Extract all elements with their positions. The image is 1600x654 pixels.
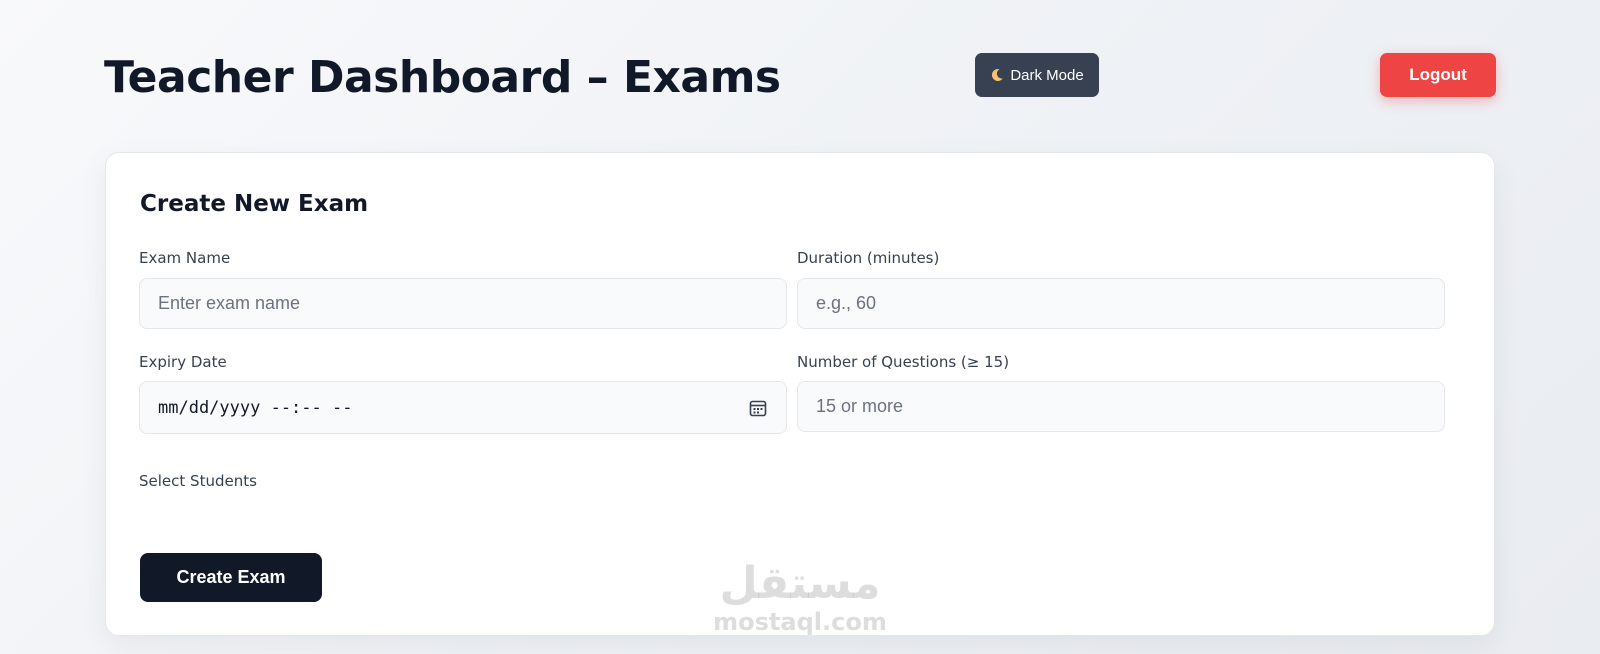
num-questions-label: Number of Questions (≥ 15): [797, 353, 1010, 371]
exam-name-label: Exam Name: [139, 249, 231, 267]
duration-input[interactable]: [797, 278, 1445, 329]
card-title: Create New Exam: [140, 191, 369, 217]
expiry-date-value: mm/dd/yyyy --:-- --: [158, 397, 353, 418]
page-title: Teacher Dashboard – Exams: [104, 52, 781, 103]
moon-icon: [990, 68, 1004, 82]
expiry-date-input[interactable]: mm/dd/yyyy --:-- --: [139, 381, 787, 434]
duration-label: Duration (minutes): [797, 249, 940, 267]
header: Teacher Dashboard – Exams Dark Mode Logo…: [104, 44, 1496, 108]
exam-name-input[interactable]: [139, 278, 787, 329]
expiry-date-label: Expiry Date: [139, 353, 227, 371]
select-students-label: Select Students: [139, 472, 257, 490]
dark-mode-label: Dark Mode: [1010, 66, 1084, 84]
create-exam-button[interactable]: Create Exam: [140, 553, 322, 602]
logout-button[interactable]: Logout: [1380, 53, 1496, 97]
num-questions-input[interactable]: [797, 381, 1445, 432]
calendar-icon[interactable]: [748, 398, 768, 418]
create-exam-card: Create New Exam Exam Name Duration (minu…: [105, 152, 1495, 636]
dark-mode-button[interactable]: Dark Mode: [975, 53, 1099, 97]
